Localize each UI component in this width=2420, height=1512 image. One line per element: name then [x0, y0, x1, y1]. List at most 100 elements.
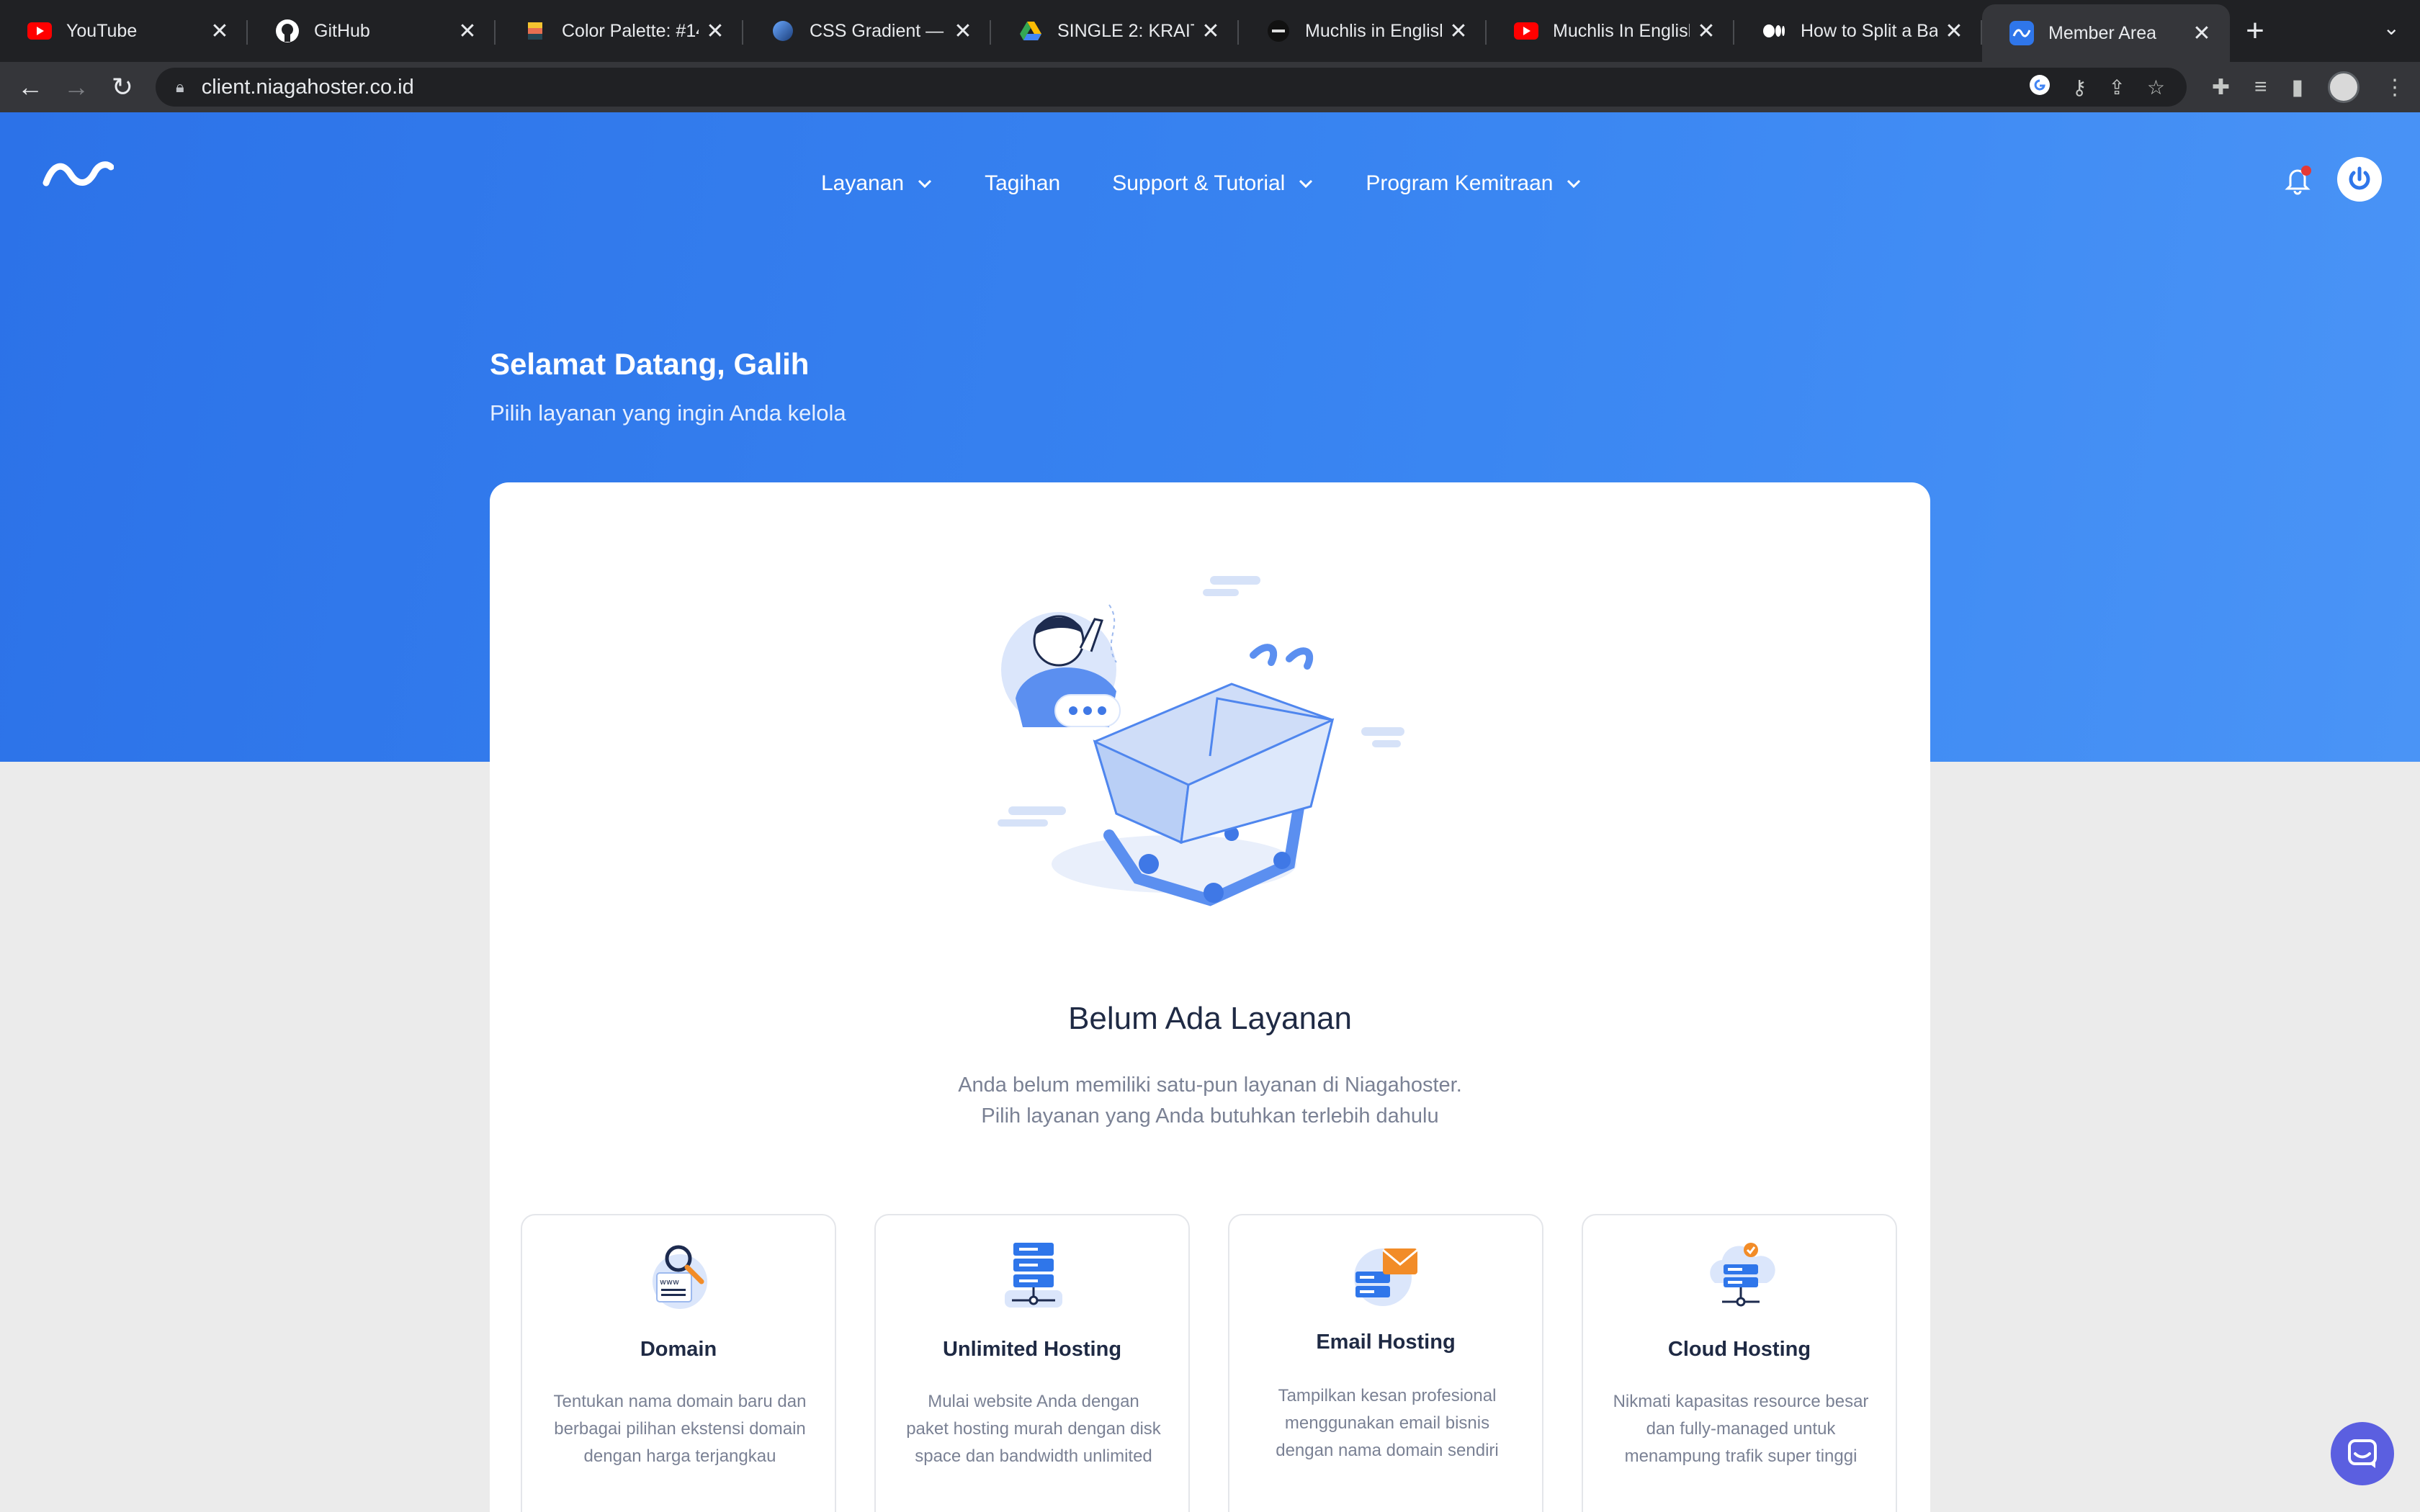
services-card: Belum Ada Layanan Anda belum memiliki sa… [490, 482, 1930, 1512]
browser-tab-strip: YouTube ✕ GitHub ✕ Color Palette: #142 ✕… [0, 0, 2420, 62]
empty-state-description-line: Anda belum memiliki satu-pun layanan di … [958, 1074, 1462, 1097]
domain-search-icon: www [653, 1245, 707, 1309]
browser-tab[interactable]: Muchlis In English ✕ [1487, 0, 1734, 62]
tab-title: GitHub [314, 20, 370, 41]
back-button[interactable]: ← [7, 64, 53, 110]
email-icon [1354, 1248, 1418, 1306]
medium-icon [1762, 19, 1786, 43]
youtube-icon [1514, 19, 1538, 43]
cloud-server-icon [1710, 1243, 1775, 1307]
service-title: Cloud Hosting [1667, 1338, 1811, 1361]
side-panel-icon[interactable]: ▮ [2291, 75, 2303, 100]
logout-button[interactable] [2337, 157, 2382, 202]
close-icon[interactable]: ✕ [2191, 21, 2213, 46]
address-bar[interactable]: 🔒︎ client.niagahoster.co.id ⚷ ⇪ ☆ [156, 68, 2187, 107]
live-chat-button[interactable] [2331, 1422, 2394, 1485]
service-card-unlimited-hosting[interactable]: Unlimited Hosting Mulai website Anda den… [874, 1214, 1190, 1512]
service-description: Mulai website Anda dengan paket hosting … [906, 1392, 1161, 1466]
service-card-domain[interactable]: www Domain Tentukan nama domain baru dan… [521, 1214, 836, 1512]
media-queue-icon[interactable]: ≡ [2254, 75, 2267, 99]
tab-title: YouTube [66, 20, 138, 41]
google-icon[interactable] [2029, 74, 2051, 101]
chevron-down-icon [1299, 179, 1313, 189]
nav-layanan[interactable]: Layanan [821, 171, 933, 196]
browser-tab[interactable]: GitHub ✕ [248, 0, 496, 62]
service-description: Tampilkan kesan profesional menggunakan … [1276, 1386, 1499, 1460]
empty-cart-illustration [998, 576, 1404, 906]
niagahoster-logo[interactable] [42, 156, 114, 193]
drive-icon [1018, 19, 1043, 43]
tab-title: SINGLE 2: KRAIT (2 [1057, 20, 1194, 41]
empty-state-description-line: Pilih layanan yang Anda butuhkan terlebi… [981, 1104, 1439, 1128]
extensions-puzzle-icon[interactable]: ✚ [2212, 75, 2230, 100]
browser-tab[interactable]: Muchlis in English ✕ [1239, 0, 1487, 62]
close-icon[interactable]: ✕ [952, 19, 974, 44]
nav-tagihan[interactable]: Tagihan [985, 171, 1060, 196]
tab-title: Muchlis In English [1553, 20, 1690, 41]
url-text: client.niagahoster.co.id [201, 75, 414, 99]
welcome-title: Selamat Datang, Galih [490, 347, 810, 381]
gradient-icon [771, 19, 795, 43]
welcome-subtitle: Pilih layanan yang ingin Anda kelola [490, 400, 846, 426]
nav-label: Layanan [821, 171, 905, 195]
tab-title: How to Split a Back [1801, 20, 1937, 41]
podcast-icon [1266, 19, 1291, 43]
nav-label: Tagihan [985, 171, 1061, 195]
lock-icon: 🔒︎ [176, 78, 184, 96]
close-icon[interactable]: ✕ [704, 19, 726, 44]
close-icon[interactable]: ✕ [1695, 19, 1717, 44]
niagahoster-icon [2009, 21, 2034, 45]
main-navigation: Layanan Tagihan Support & Tutorial Progr… [821, 171, 1634, 196]
notification-dot [2301, 166, 2311, 176]
browser-tab-active[interactable]: Member Area ✕ [1982, 4, 2230, 62]
more-vert-icon[interactable]: ⋮ [2384, 75, 2406, 100]
service-title: Unlimited Hosting [942, 1338, 1122, 1361]
tab-title: Color Palette: #142 [562, 20, 699, 41]
service-title: Email Hosting [1316, 1331, 1456, 1354]
service-description: Nikmati kapasitas resource besar dan ful… [1613, 1392, 1869, 1466]
close-icon[interactable]: ✕ [1448, 19, 1469, 44]
reload-button[interactable]: ↻ [99, 64, 145, 110]
power-icon [2349, 166, 2370, 190]
empty-state-description: Anda belum memiliki satu-pun layanan di … [490, 1070, 1930, 1132]
share-icon[interactable]: ⇪ [2108, 76, 2125, 99]
close-icon[interactable]: ✕ [457, 19, 478, 44]
empty-state-title: Belum Ada Layanan [1068, 1001, 1352, 1036]
svg-text:www: www [660, 1277, 679, 1287]
notification-bell-icon[interactable] [2283, 164, 2312, 196]
tab-title: CSS Gradient — Ge [810, 20, 946, 41]
nav-support-tutorial[interactable]: Support & Tutorial [1112, 171, 1314, 196]
nav-label: Support & Tutorial [1112, 171, 1286, 195]
browser-tab[interactable]: How to Split a Back ✕ [1734, 0, 1982, 62]
nav-program-kemitraan[interactable]: Program Kemitraan [1366, 171, 1582, 196]
browser-tab[interactable]: YouTube ✕ [0, 0, 248, 62]
browser-tab[interactable]: SINGLE 2: KRAIT (2 ✕ [991, 0, 1239, 62]
youtube-icon [27, 19, 52, 43]
palette-icon [523, 19, 547, 43]
chevron-down-icon [1567, 179, 1581, 189]
service-card-cloud-hosting[interactable]: Cloud Hosting Nikmati kapasitas resource… [1582, 1214, 1897, 1512]
service-description: Tentukan nama domain baru dan berbagai p… [553, 1392, 807, 1466]
key-icon[interactable]: ⚷ [2072, 76, 2087, 99]
browser-toolbar: ← → ↻ 🔒︎ client.niagahoster.co.id ⚷ ⇪ ☆ … [0, 62, 2420, 112]
close-icon[interactable]: ✕ [1200, 19, 1222, 44]
browser-tab[interactable]: CSS Gradient — Ge ✕ [743, 0, 991, 62]
extensions-area: ✚ ≡ ▮ ⋮ [2212, 62, 2406, 112]
browser-tab[interactable]: Color Palette: #142 ✕ [496, 0, 743, 62]
service-card-email-hosting[interactable]: Email Hosting Tampilkan kesan profesiona… [1228, 1214, 1543, 1512]
nav-label: Program Kemitraan [1366, 171, 1554, 195]
forward-button[interactable]: → [53, 64, 99, 110]
chat-icon [2348, 1439, 2377, 1468]
profile-avatar[interactable] [2328, 71, 2360, 103]
service-title: Domain [640, 1338, 717, 1361]
omnibox-actions: ⚷ ⇪ ☆ [2029, 68, 2165, 107]
chevron-down-icon [918, 179, 932, 189]
github-icon [275, 19, 300, 43]
tab-search-chevron-icon[interactable]: ⌄ [2383, 16, 2400, 40]
close-icon[interactable]: ✕ [209, 19, 230, 44]
close-icon[interactable]: ✕ [1943, 19, 1965, 44]
server-icon [1005, 1243, 1062, 1308]
bookmark-star-icon[interactable]: ☆ [2147, 76, 2165, 99]
new-tab-button[interactable]: + [2230, 13, 2280, 49]
tab-title: Muchlis in English [1305, 20, 1442, 41]
